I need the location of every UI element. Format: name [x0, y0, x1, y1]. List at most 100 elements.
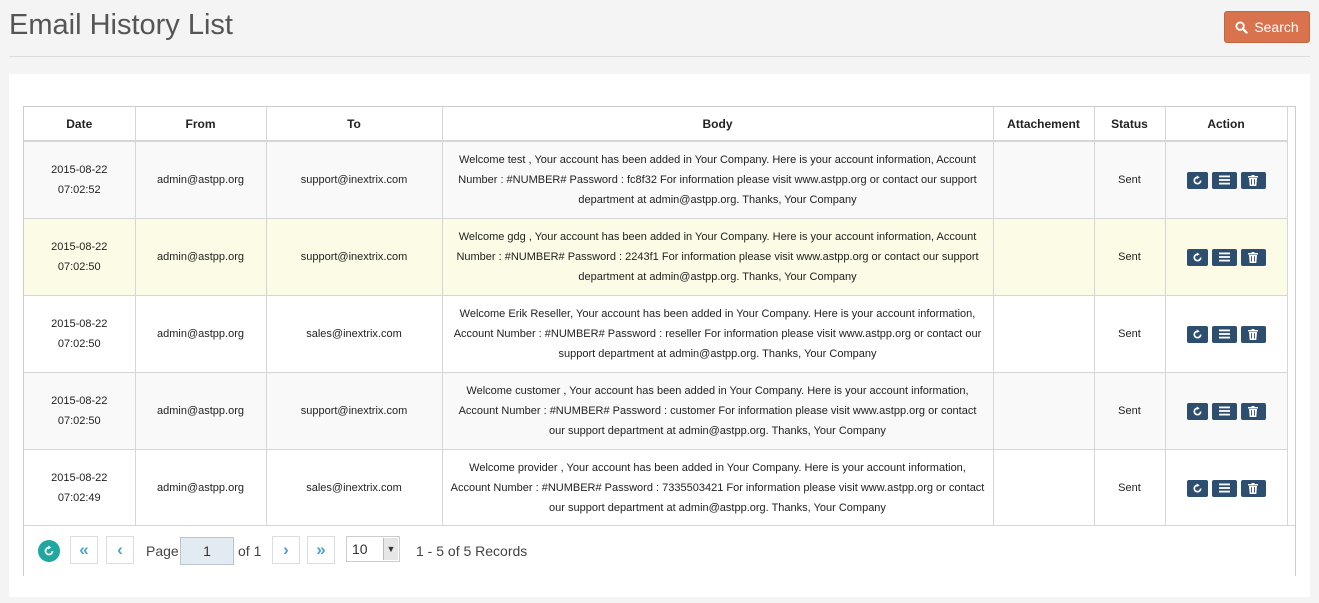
from-cell: admin@astpp.org	[135, 449, 267, 527]
from-cell: admin@astpp.org	[135, 372, 267, 450]
date-value: 2015-08-22	[51, 472, 108, 484]
time-value: 07:02:50	[57, 261, 101, 273]
pagination-bar: « ‹ Page of 1 › » 10 ▼ 1 - 5 of 5 Record…	[24, 525, 1295, 576]
records-summary: 1 - 5 of 5 Records	[416, 543, 528, 559]
column-header-body[interactable]: Body	[442, 107, 994, 142]
status-cell: Sent	[1094, 295, 1166, 373]
table-row[interactable]: 2015-08-22 07:02:50 admin@astpp.org support…	[24, 372, 1288, 450]
page-size-value: 10	[352, 541, 368, 557]
details-button[interactable]	[1211, 479, 1237, 497]
action-cell	[1165, 449, 1288, 527]
table-row[interactable]: 2015-08-22 07:02:50 admin@astpp.org support…	[24, 218, 1288, 296]
date-cell: 2015-08-22 07:02:50	[24, 295, 136, 373]
resend-button[interactable]	[1186, 402, 1208, 420]
time-value: 07:02:52	[57, 184, 101, 196]
date-cell: 2015-08-22 07:02:52	[24, 141, 136, 219]
details-icon	[1218, 252, 1230, 262]
from-cell: admin@astpp.org	[135, 141, 267, 219]
action-cell	[1165, 141, 1288, 219]
from-cell: admin@astpp.org	[135, 218, 267, 296]
header-divider	[9, 56, 1310, 57]
column-header-to[interactable]: To	[266, 107, 443, 142]
table-header-row: Date From To Body Attachement Status Act…	[24, 107, 1288, 142]
details-icon	[1218, 483, 1230, 493]
resend-button[interactable]	[1186, 248, 1208, 266]
date-value: 2015-08-22	[51, 318, 108, 330]
status-cell: Sent	[1094, 449, 1166, 527]
date-value: 2015-08-22	[51, 241, 108, 253]
attachment-cell	[993, 372, 1095, 450]
date-cell: 2015-08-22 07:02:49	[24, 449, 136, 527]
search-icon	[1235, 20, 1249, 34]
delete-icon	[1248, 328, 1258, 340]
resend-icon	[1193, 329, 1202, 339]
body-cell: Welcome customer , Your account has been…	[442, 372, 994, 450]
delete-icon	[1248, 405, 1258, 417]
date-value: 2015-08-22	[51, 395, 108, 407]
details-button[interactable]	[1211, 325, 1237, 343]
table-row[interactable]: 2015-08-22 07:02:52 admin@astpp.org support…	[24, 141, 1288, 219]
to-cell: support@inextrix.com	[266, 218, 443, 296]
next-page-button[interactable]: ›	[272, 536, 300, 564]
date-value: 2015-08-22	[51, 164, 108, 176]
column-header-attachment[interactable]: Attachement	[993, 107, 1095, 142]
attachment-cell	[993, 295, 1095, 373]
resend-icon	[1193, 406, 1202, 416]
delete-icon	[1248, 174, 1258, 186]
email-grid: Date From To Body Attachement Status Act…	[23, 106, 1296, 576]
time-value: 07:02:49	[57, 492, 101, 504]
details-button[interactable]	[1211, 171, 1237, 189]
details-button[interactable]	[1211, 248, 1237, 266]
delete-button[interactable]	[1240, 325, 1266, 343]
delete-icon	[1248, 251, 1258, 263]
search-button[interactable]: Search	[1224, 11, 1310, 43]
column-header-date[interactable]: Date	[24, 107, 136, 142]
details-icon	[1218, 406, 1230, 416]
table-row[interactable]: 2015-08-22 07:02:49 admin@astpp.org sales@i…	[24, 449, 1288, 527]
from-cell: admin@astpp.org	[135, 295, 267, 373]
details-button[interactable]	[1211, 402, 1237, 420]
to-cell: support@inextrix.com	[266, 141, 443, 219]
delete-button[interactable]	[1240, 248, 1266, 266]
column-header-status[interactable]: Status	[1094, 107, 1166, 142]
time-value: 07:02:50	[57, 415, 101, 427]
refresh-icon	[44, 545, 54, 556]
prev-page-button[interactable]: ‹	[106, 536, 134, 564]
delete-button[interactable]	[1240, 171, 1266, 189]
chevron-down-icon: ▼	[383, 538, 398, 560]
column-header-from[interactable]: From	[135, 107, 267, 142]
action-cell	[1165, 295, 1288, 373]
details-icon	[1218, 175, 1230, 185]
page-number-input[interactable]	[180, 537, 234, 565]
status-cell: Sent	[1094, 141, 1166, 219]
page-label: Page	[146, 543, 179, 559]
page-count-label: of 1	[238, 543, 262, 559]
delete-button[interactable]	[1240, 402, 1266, 420]
email-history-panel: Date From To Body Attachement Status Act…	[9, 74, 1310, 597]
status-cell: Sent	[1094, 372, 1166, 450]
resend-icon	[1193, 252, 1202, 262]
refresh-button[interactable]	[38, 540, 60, 562]
attachment-cell	[993, 218, 1095, 296]
delete-button[interactable]	[1240, 479, 1266, 497]
resend-button[interactable]	[1186, 171, 1208, 189]
email-table: Date From To Body Attachement Status Act…	[24, 107, 1288, 527]
action-cell	[1165, 372, 1288, 450]
to-cell: support@inextrix.com	[266, 372, 443, 450]
column-header-action: Action	[1165, 107, 1288, 142]
body-cell: Welcome Erik Reseller, Your account has …	[442, 295, 994, 373]
delete-icon	[1248, 482, 1258, 494]
page-header: Email History List Search	[0, 0, 1319, 57]
action-cell	[1165, 218, 1288, 296]
resend-icon	[1193, 483, 1202, 493]
status-cell: Sent	[1094, 218, 1166, 296]
resend-button[interactable]	[1186, 479, 1208, 497]
page-size-select[interactable]: 10 ▼	[346, 536, 400, 562]
details-icon	[1218, 329, 1230, 339]
resend-button[interactable]	[1186, 325, 1208, 343]
body-cell: Welcome gdg , Your account has been adde…	[442, 218, 994, 296]
first-page-button[interactable]: «	[70, 536, 98, 564]
table-row[interactable]: 2015-08-22 07:02:50 admin@astpp.org sales@i…	[24, 295, 1288, 373]
date-cell: 2015-08-22 07:02:50	[24, 372, 136, 450]
last-page-button[interactable]: »	[307, 536, 335, 564]
